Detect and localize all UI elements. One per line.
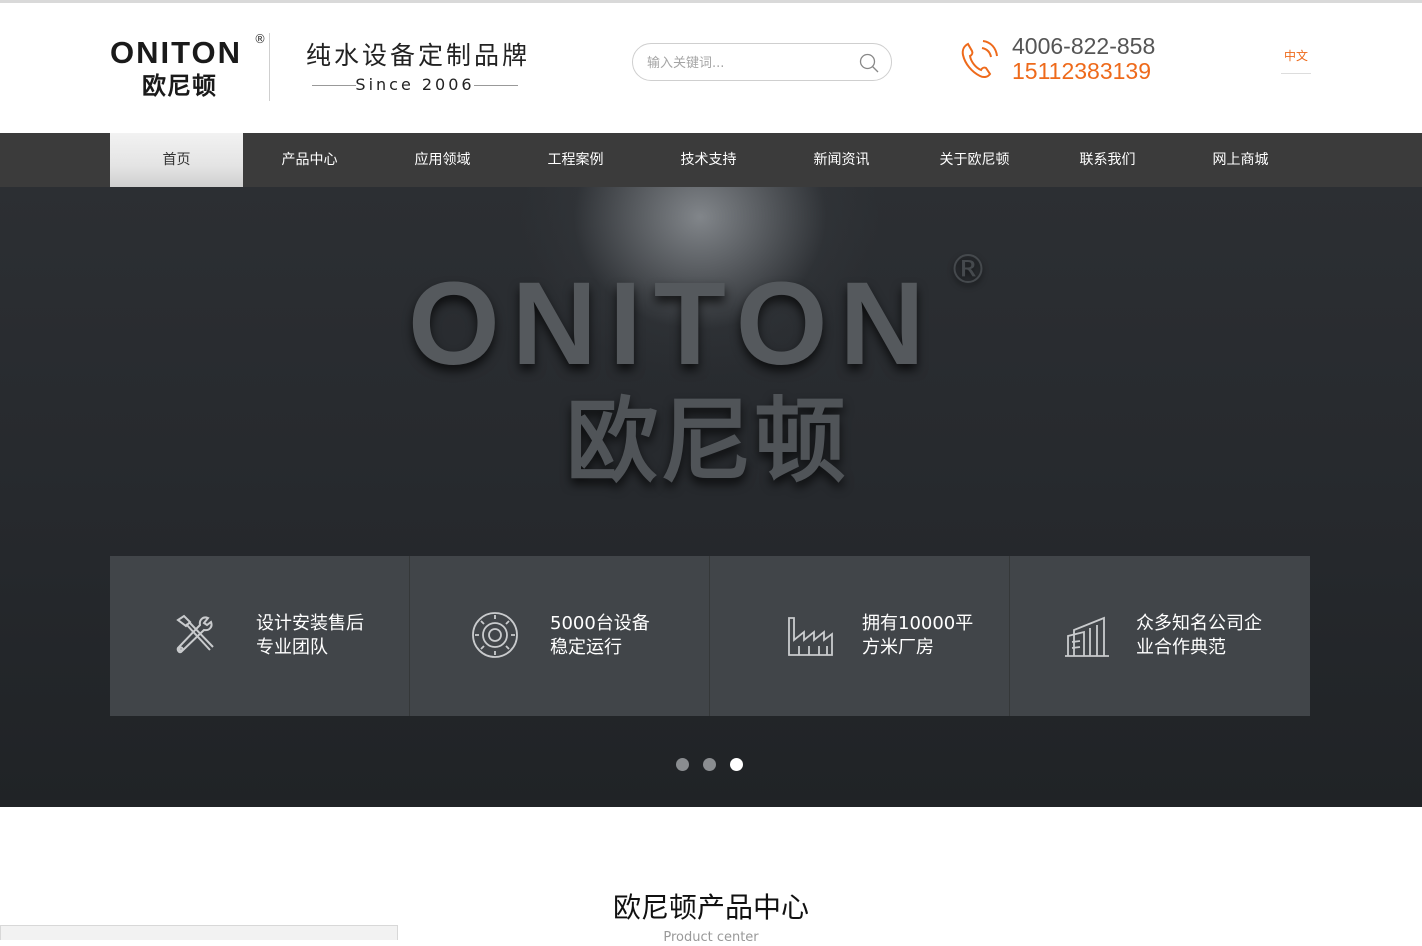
phone-icon <box>961 40 998 79</box>
products-section-title: 欧尼顿产品中心 <box>612 891 809 924</box>
feature-card-partners[interactable]: 众多知名公司企 业合作典范 <box>1010 556 1310 716</box>
search-box <box>632 43 892 81</box>
bottom-floating-bar[interactable] <box>0 925 398 940</box>
banner-registered-mark: ® <box>948 247 988 293</box>
nav-item-products[interactable]: 产品中心 <box>243 133 376 187</box>
logo-divider <box>269 33 270 101</box>
slider-dot-1[interactable] <box>676 758 689 771</box>
feature-card-factory[interactable]: 拥有10000平 方米厂房 <box>710 556 1010 716</box>
banner-brand-en: ONITON <box>408 258 937 390</box>
nav-item-support[interactable]: 技术支持 <box>642 133 775 187</box>
feature-card-equipment[interactable]: 5000台设备 稳定运行 <box>410 556 710 716</box>
banner-brand-cn: 欧尼顿 <box>566 388 849 495</box>
mobile-number: 15112383139 <box>1012 58 1151 84</box>
site-header: ONITON ® 欧尼顿 纯水设备定制品牌 Since 2006 4006-82… <box>0 3 1422 133</box>
slogan: 纯水设备定制品牌 Since 2006 <box>306 41 536 95</box>
feature-line1: 拥有10000平 <box>862 613 974 634</box>
building-icon <box>1065 616 1109 657</box>
feature-line2: 专业团队 <box>256 637 328 658</box>
nav-item-about[interactable]: 关于欧尼顿 <box>908 133 1041 187</box>
nav-item-home[interactable]: 首页 <box>110 133 243 187</box>
language-switch[interactable]: 中文 <box>1281 48 1311 74</box>
hero-banner[interactable]: ONITON ® 欧尼顿 设计安装售后 专业团队 5000台设备 稳定运行 拥有… <box>0 187 1422 807</box>
slider-dot-2[interactable] <box>703 758 716 771</box>
since-text: Since 2006 <box>355 75 475 94</box>
nav-items: 首页 产品中心 应用领域 工程案例 技术支持 新闻资讯 关于欧尼顿 联系我们 网… <box>110 133 1310 187</box>
feature-line2: 方米厂房 <box>862 637 934 658</box>
nav-item-shop[interactable]: 网上商城 <box>1174 133 1307 187</box>
feature-text: 拥有10000平 方米厂房 <box>862 612 973 660</box>
slider-dot-3[interactable] <box>730 758 743 771</box>
nav-item-news[interactable]: 新闻资讯 <box>775 133 908 187</box>
slogan-text: 纯水设备定制品牌 <box>306 41 531 70</box>
logo[interactable]: ONITON ® 欧尼顿 <box>110 32 270 104</box>
slider-dots <box>676 758 743 771</box>
hotline-number: 4006-822-858 <box>1012 33 1156 59</box>
since-rule-left <box>312 85 356 86</box>
feature-line2: 稳定运行 <box>550 637 622 658</box>
factory-icon <box>788 617 833 656</box>
nav-item-cases[interactable]: 工程案例 <box>509 133 642 187</box>
feature-strip: 设计安装售后 专业团队 5000台设备 稳定运行 拥有10000平 方米厂房 众… <box>110 556 1310 716</box>
feature-line1: 众多知名公司企 <box>1136 613 1262 634</box>
feature-text: 众多知名公司企 业合作典范 <box>1136 612 1262 660</box>
feature-line1: 设计安装售后 <box>256 613 364 634</box>
feature-text: 设计安装售后 专业团队 <box>256 612 364 660</box>
logo-text-en: ONITON <box>110 35 242 70</box>
feature-line1: 5000台设备 <box>550 613 650 634</box>
search-input[interactable] <box>647 53 847 73</box>
feature-card-team[interactable]: 设计安装售后 专业团队 <box>110 556 410 716</box>
since-rule-right <box>474 85 518 86</box>
nav-item-contact[interactable]: 联系我们 <box>1041 133 1174 187</box>
feature-line2: 业合作典范 <box>1136 637 1226 658</box>
logo-text-cn: 欧尼顿 <box>142 72 217 100</box>
gear-icon <box>472 612 518 658</box>
tools-icon <box>176 614 214 654</box>
nav-item-applications[interactable]: 应用领域 <box>376 133 509 187</box>
search-icon[interactable] <box>859 53 879 73</box>
registered-mark: ® <box>254 32 266 46</box>
since-line: Since 2006 <box>306 75 536 95</box>
feature-text: 5000台设备 稳定运行 <box>550 612 650 660</box>
main-nav: 首页 产品中心 应用领域 工程案例 技术支持 新闻资讯 关于欧尼顿 联系我们 网… <box>0 133 1422 187</box>
